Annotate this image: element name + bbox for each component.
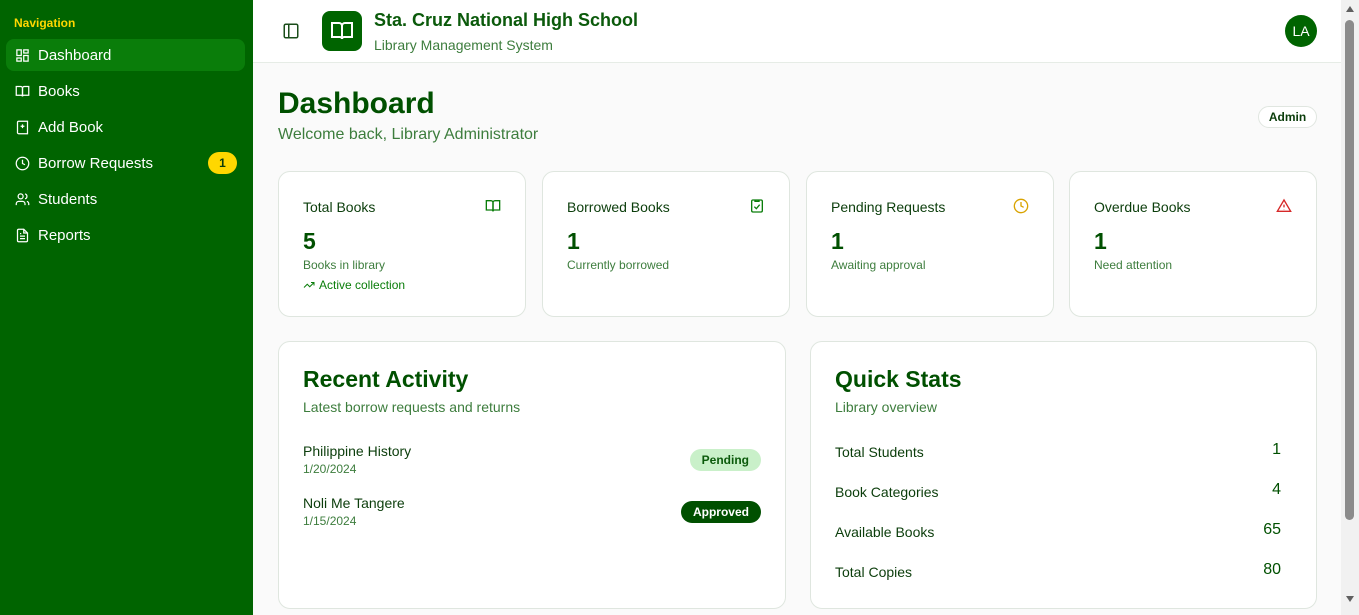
sidebar-item-books[interactable]: Books [6, 75, 245, 107]
alert-triangle-icon [1276, 198, 1292, 214]
stat-label: Total Books [303, 199, 376, 215]
trending-up-icon [303, 282, 315, 288]
stat-value: 1 [831, 228, 844, 254]
sidebar-item-label: Borrow Requests [38, 154, 154, 172]
top-header: Sta. Cruz National High School Library M… [253, 0, 1341, 63]
book-open-icon [485, 198, 501, 214]
stat-value: 1 [1094, 228, 1107, 254]
stat-description: Books in library [303, 258, 386, 272]
sidebar-item-label: Dashboard [38, 46, 112, 64]
scroll-down-arrow-icon[interactable] [1346, 596, 1354, 602]
activity-item[interactable]: Noli Me Tangere 1/15/2024 Approved [303, 495, 761, 535]
avatar[interactable]: LA [1285, 15, 1317, 47]
borrow-requests-count-badge: 1 [208, 152, 237, 174]
quick-stat-row: Book Categories 4 [835, 481, 1293, 505]
quick-stat-value: 80 [1263, 561, 1281, 578]
quick-stat-label: Available Books [835, 524, 935, 540]
school-name: Sta. Cruz National High School [374, 10, 639, 30]
stat-description: Need attention [1094, 258, 1173, 272]
stat-value: 1 [567, 228, 580, 254]
role-badge: Admin [1258, 106, 1317, 128]
status-badge: Pending [689, 449, 761, 471]
sidebar-toggle-button[interactable] [282, 22, 300, 40]
scrollbar-thumb[interactable] [1345, 20, 1354, 520]
stat-trend: Active collection [303, 278, 405, 292]
sidebar: Navigation Dashboard Books Add Book Borr… [0, 0, 253, 615]
stat-card-total-books: Total Books 5 Books in library Active co… [278, 171, 526, 317]
book-open-icon [15, 84, 30, 99]
stat-description: Currently borrowed [567, 258, 670, 272]
status-badge: Approved [680, 501, 761, 523]
panel-title: Quick Stats [835, 366, 962, 392]
panel-subtitle: Latest borrow requests and returns [303, 399, 521, 415]
sidebar-nav: Dashboard Books Add Book Borrow Requests… [6, 39, 245, 255]
book-open-icon [331, 22, 353, 40]
stat-trend-label: Active collection [319, 278, 406, 292]
system-name: Library Management System [374, 37, 553, 53]
activity-date: 1/20/2024 [303, 462, 357, 476]
quick-stat-row: Total Copies 80 [835, 561, 1293, 585]
sidebar-item-dashboard[interactable]: Dashboard [6, 39, 245, 71]
school-logo [322, 11, 362, 51]
quick-stat-value: 4 [1272, 481, 1281, 498]
add-book-icon [15, 120, 30, 135]
activity-item[interactable]: Philippine History 1/20/2024 Pending [303, 443, 761, 483]
page-title: Dashboard [278, 87, 435, 120]
panel-title: Recent Activity [303, 366, 469, 392]
sidebar-item-label: Students [38, 190, 98, 208]
sidebar-item-label: Reports [38, 226, 91, 244]
recent-activity-panel: Recent Activity Latest borrow requests a… [278, 341, 786, 609]
clipboard-check-icon [749, 198, 765, 214]
sidebar-title: Navigation [14, 16, 76, 30]
panel-subtitle: Library overview [835, 399, 937, 415]
stat-description: Awaiting approval [831, 258, 926, 272]
quick-stats-panel: Quick Stats Library overview Total Stude… [810, 341, 1317, 609]
activity-book-title: Noli Me Tangere [303, 495, 405, 511]
sidebar-item-add-book[interactable]: Add Book [6, 111, 245, 143]
clock-icon [1013, 198, 1029, 214]
stat-card-borrowed-books: Borrowed Books 1 Currently borrowed [542, 171, 790, 317]
panel-left-icon [283, 23, 299, 39]
quick-stat-label: Book Categories [835, 484, 939, 500]
stat-card-pending-requests: Pending Requests 1 Awaiting approval [806, 171, 1054, 317]
quick-stat-row: Total Students 1 [835, 441, 1293, 465]
sidebar-item-reports[interactable]: Reports [6, 219, 245, 251]
stat-value: 5 [303, 228, 316, 254]
users-icon [15, 192, 30, 207]
activity-book-title: Philippine History [303, 443, 412, 459]
stat-card-overdue-books: Overdue Books 1 Need attention [1069, 171, 1317, 317]
sidebar-item-label: Add Book [38, 118, 104, 136]
sidebar-item-borrow-requests[interactable]: Borrow Requests 1 [6, 147, 245, 179]
activity-date: 1/15/2024 [303, 514, 357, 528]
quick-stat-row: Available Books 65 [835, 521, 1293, 545]
file-text-icon [15, 228, 30, 243]
dashboard-icon [15, 48, 30, 63]
stat-label: Pending Requests [831, 199, 946, 215]
page-subtitle: Welcome back, Library Administrator [278, 126, 539, 143]
sidebar-item-label: Books [38, 82, 80, 100]
quick-stat-value: 1 [1272, 441, 1281, 458]
quick-stat-label: Total Students [835, 444, 924, 460]
quick-stat-label: Total Copies [835, 564, 913, 580]
clock-icon [15, 156, 30, 171]
stat-label: Overdue Books [1094, 199, 1191, 215]
stat-label: Borrowed Books [567, 199, 670, 215]
scroll-up-arrow-icon[interactable] [1346, 6, 1354, 12]
page-scrollbar[interactable] [1341, 0, 1359, 615]
quick-stat-value: 65 [1263, 521, 1281, 538]
sidebar-item-students[interactable]: Students [6, 183, 245, 215]
